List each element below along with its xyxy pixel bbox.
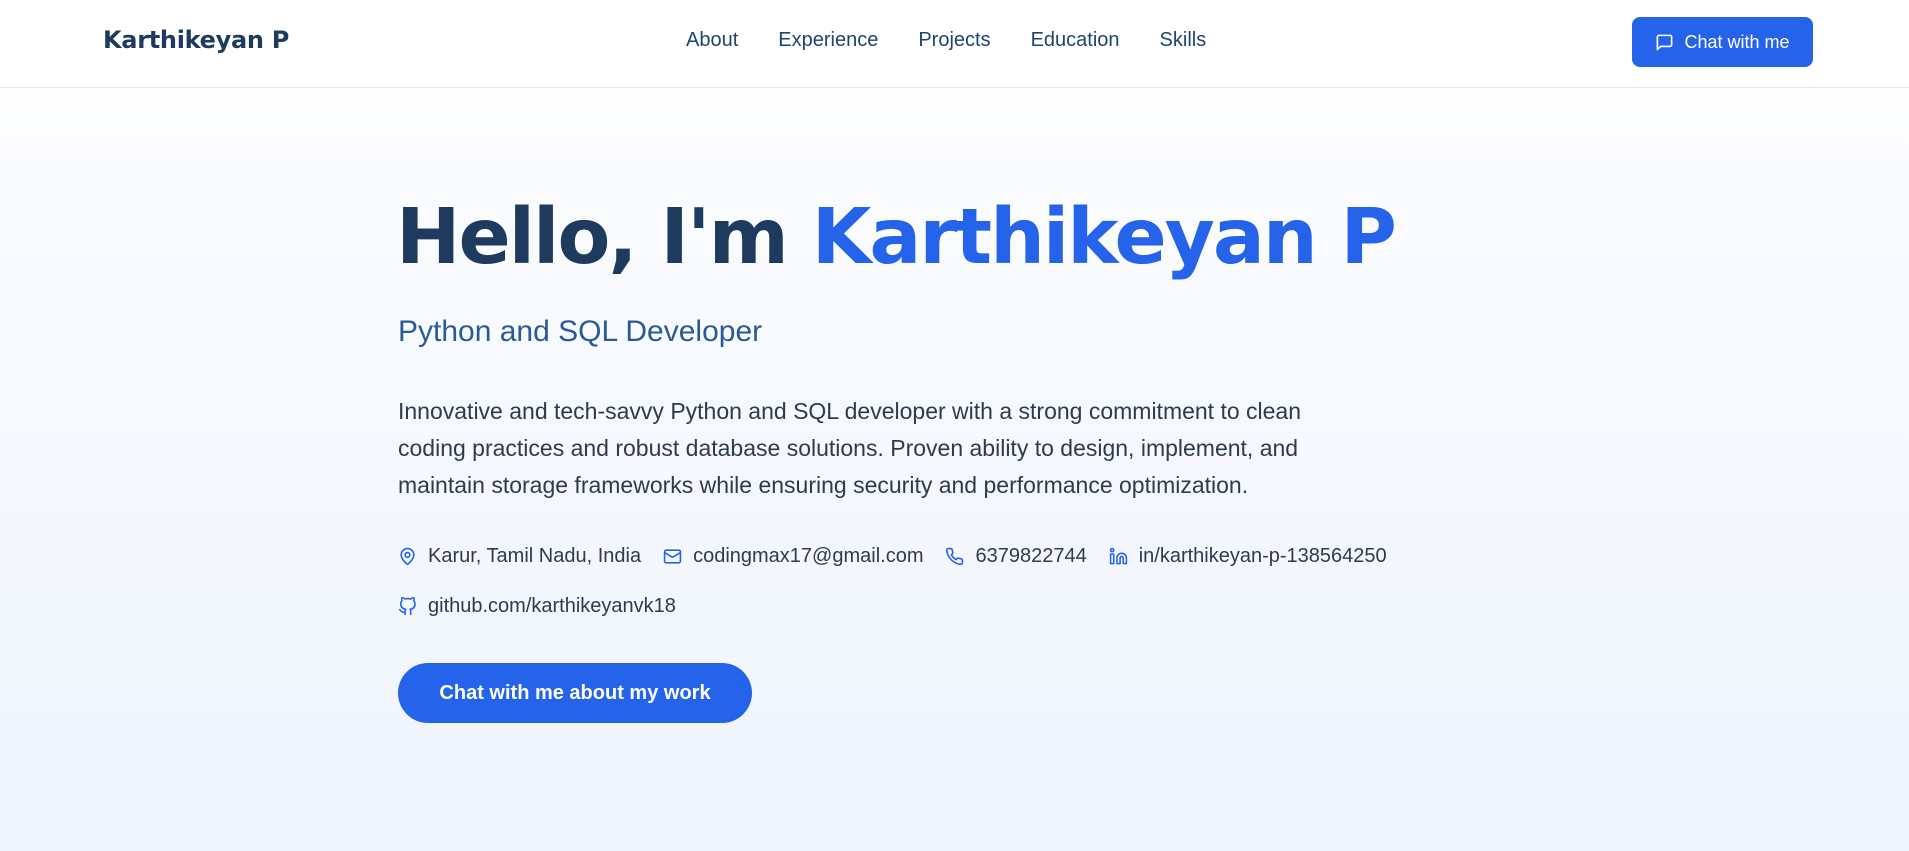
chat-bubble-icon: [1657, 34, 1673, 50]
contact-github[interactable]: github.com/karthikeyanvk18: [398, 595, 676, 618]
nav-link-projects[interactable]: Projects: [918, 29, 990, 52]
header-chat-label: Chat with me: [1684, 31, 1790, 52]
contact-phone[interactable]: 6379822744: [945, 545, 1087, 568]
github-icon: [398, 597, 416, 616]
hero-greeting: Hello, I'm: [396, 193, 812, 282]
phone-icon: [946, 547, 964, 566]
nav-link-about[interactable]: About: [686, 29, 738, 52]
location-text: Karur, Tamil Nadu, India: [428, 545, 642, 567]
hero-description: Innovative and tech-savvy Python and SQL…: [398, 393, 1378, 504]
contact-email[interactable]: codingmax17@gmail.com: [663, 545, 923, 568]
mail-icon: [663, 549, 682, 564]
email-link[interactable]: codingmax17@gmail.com: [693, 545, 923, 568]
hero-title: Hello, I'm Karthikeyan P: [396, 193, 1397, 282]
nav-link-experience[interactable]: Experience: [778, 29, 878, 52]
chat-about-work-button[interactable]: Chat with me about my work: [398, 663, 752, 723]
header-chat-button[interactable]: Chat with me: [1632, 17, 1813, 67]
phone-link[interactable]: 6379822744: [975, 545, 1086, 568]
linkedin-link[interactable]: in/karthikeyan-p-138564250: [1139, 545, 1387, 568]
contact-row: Karur, Tamil Nadu, India codingmax17@gma…: [398, 545, 1409, 568]
nav-link-education[interactable]: Education: [1031, 29, 1120, 52]
contact-linkedin[interactable]: in/karthikeyan-p-138564250: [1109, 545, 1387, 568]
description-line: maintain storage frameworks while ensuri…: [398, 472, 1249, 498]
description-line: coding practices and robust database sol…: [398, 435, 1299, 461]
main-nav: About Experience Projects Education Skil…: [686, 29, 1206, 52]
brand-logo[interactable]: Karthikeyan P: [103, 26, 289, 54]
map-pin-icon: [400, 547, 415, 566]
github-link[interactable]: github.com/karthikeyanvk18: [428, 595, 676, 618]
top-navbar: Karthikeyan P About Experience Projects …: [0, 0, 1909, 88]
contact-row: github.com/karthikeyanvk18: [398, 595, 698, 618]
hero-name: Karthikeyan P: [811, 193, 1397, 282]
linkedin-icon: [1109, 547, 1127, 565]
hero-subtitle: Python and SQL Developer: [398, 315, 763, 348]
contact-location: Karur, Tamil Nadu, India: [398, 545, 641, 568]
nav-link-skills[interactable]: Skills: [1160, 29, 1207, 52]
description-line: Innovative and tech-savvy Python and SQL…: [398, 398, 1302, 424]
